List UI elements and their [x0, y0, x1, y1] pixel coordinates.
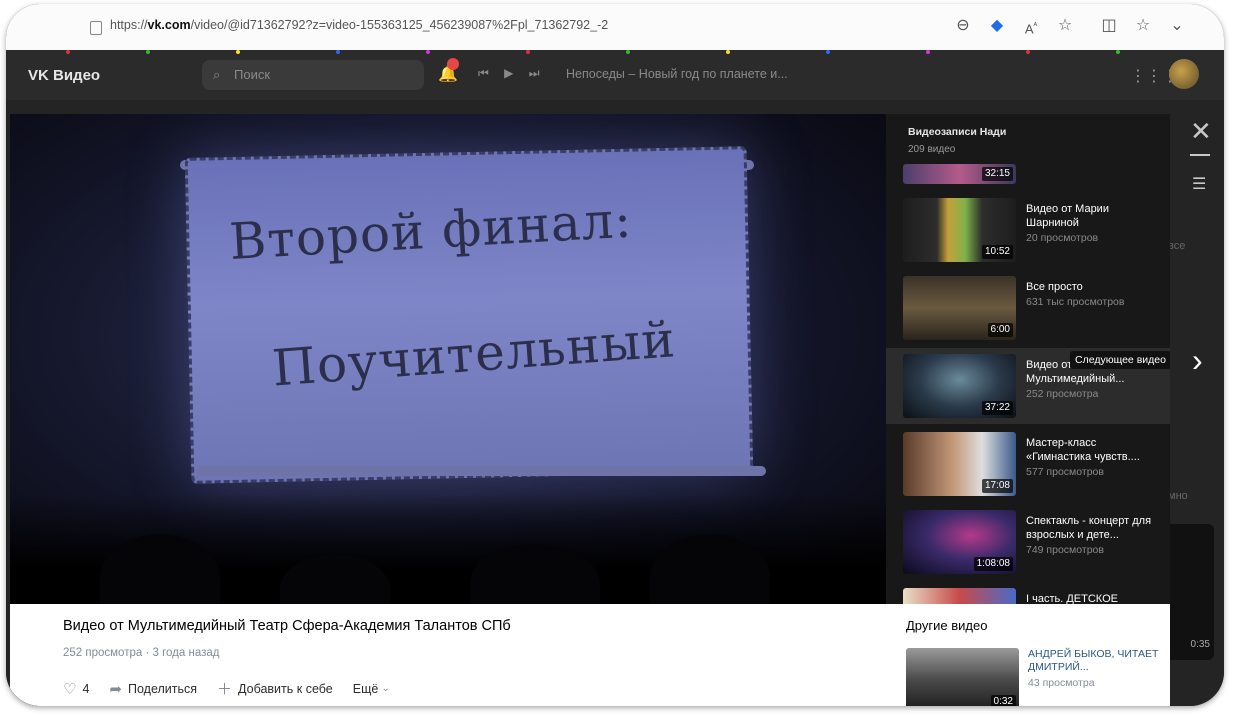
vk-header: VK Видео ⌕ Поиск 🔔 ⏮ ▶ ⏭ Непоседы – Новы…: [6, 50, 1224, 100]
vk-logo[interactable]: VK Видео: [28, 67, 100, 84]
minimize-icon[interactable]: [1190, 154, 1210, 156]
read-aloud-icon[interactable]: Aᴬ: [1020, 15, 1042, 37]
now-playing-title[interactable]: Непоседы – Новый год по планете и...: [566, 67, 788, 81]
chevron-down-icon: ⌄: [381, 683, 390, 694]
audience-silhouettes: [10, 494, 886, 604]
other-video-name[interactable]: АНДРЕЙ БЫКОВ, ЧИТАЕТ ДМИТРИЙ...: [1028, 648, 1160, 674]
next-video-tooltip: Следующее видео: [1070, 351, 1170, 369]
like-count: 4: [82, 681, 90, 696]
favorites-list-icon[interactable]: ☆: [1132, 15, 1154, 37]
zoom-icon[interactable]: ⊖: [952, 15, 974, 37]
side-link[interactable]: мно: [1168, 490, 1188, 502]
like-button[interactable]: ♡ 4: [63, 680, 89, 698]
duration-badge: 6:00: [987, 323, 1013, 337]
playlist-toggle-icon[interactable]: ☰: [1192, 174, 1206, 194]
duration-badge: 0:32: [990, 695, 1016, 706]
more-label: Ещё: [352, 681, 379, 696]
add-to-mine-button[interactable]: ＋ Добавить к себе: [217, 678, 333, 699]
garland-decoration: [6, 50, 1224, 56]
playlist-item[interactable]: 6:00 Все просто 631 тыс просмотров: [886, 270, 1170, 346]
playlist-item[interactable]: I часть. ДЕТСКОЕ: [886, 582, 1170, 604]
video-views: 749 просмотров: [1026, 544, 1104, 556]
upload-date: 3 года назад: [152, 647, 220, 659]
video-info: Видео от Мультимедийный Театр Сфера-Акад…: [10, 604, 886, 706]
video-thumbnail[interactable]: 0:32: [906, 648, 1019, 706]
split-view-icon[interactable]: ◫: [1098, 15, 1120, 37]
video-name: Мастер-класс «Гимнастика чувств....: [1026, 437, 1140, 463]
duration-badge: 17:08: [981, 479, 1013, 493]
page-icon: [90, 21, 102, 35]
playlist-item[interactable]: 10:52 Видео от Марии Шарниной 20 просмотр…: [886, 192, 1170, 268]
playlist-header: Видеозаписи Нади 209 видео: [908, 126, 1006, 155]
tag-icon[interactable]: ◆: [986, 15, 1008, 37]
video-thumbnail: 6:00: [903, 276, 1016, 340]
close-icon[interactable]: ✕: [1190, 116, 1212, 147]
video-player[interactable]: Второй финал: Поучительный: [10, 114, 886, 604]
banner-rod: [196, 466, 766, 476]
view-count: 252 просмотра: [63, 647, 143, 659]
playlist-title[interactable]: Видеозаписи Нади: [908, 126, 1006, 138]
background-card[interactable]: 0:35: [1164, 524, 1214, 660]
next-video-icon[interactable]: ›: [1192, 342, 1203, 379]
banner-text: Поучительный: [270, 310, 678, 398]
video-name: Спектакль - концерт для взрослых и дете.…: [1026, 515, 1152, 541]
video-views: 20 просмотров: [1026, 232, 1099, 244]
video-meta: 252 просмотра · 3 года назад: [63, 647, 220, 659]
video-name: I часть. ДЕТСКОЕ: [1026, 593, 1118, 604]
video-name: Видео от Марии Шарниной: [1026, 203, 1109, 229]
video-thumbnail: 17:08: [903, 432, 1016, 496]
playlist-item[interactable]: 1:08:08 Спектакль - концерт для взрослых…: [886, 504, 1170, 580]
other-videos-heading: Другие видео: [906, 618, 988, 633]
video-views: 577 просмотров: [1026, 466, 1104, 478]
plus-icon: ＋: [217, 681, 233, 698]
video-views: 631 тыс просмотров: [1026, 296, 1125, 308]
playlist-item[interactable]: 17:08 Мастер-класс «Гимнастика чувств...…: [886, 426, 1170, 502]
mini-player-controls[interactable]: ⏮ ▶ ⏭: [478, 66, 546, 81]
side-link[interactable]: все: [1168, 240, 1185, 252]
url-domain: vk.com: [147, 18, 191, 32]
duration-badge: 1:08:08: [973, 557, 1013, 571]
video-thumbnail: 1:08:08: [903, 510, 1016, 574]
other-videos: Другие видео 0:32 АНДРЕЙ БЫКОВ, ЧИТАЕТ Д…: [886, 604, 1170, 706]
share-button[interactable]: ➦ Поделиться: [109, 680, 197, 698]
search-input[interactable]: ⌕ Поиск: [202, 60, 424, 90]
playlist-panel: Видеозаписи Нади 209 видео 32:15 10:52 В…: [886, 114, 1170, 604]
video-title: Видео от Мультимедийный Театр Сфера-Акад…: [63, 618, 511, 634]
add-label: Добавить к себе: [238, 681, 333, 696]
avatar[interactable]: [1169, 59, 1199, 89]
share-label: Поделиться: [127, 681, 198, 696]
search-placeholder: Поиск: [234, 67, 271, 82]
share-icon: ➦: [109, 680, 122, 698]
duration-badge: 10:52: [981, 245, 1013, 259]
video-modal: Второй финал: Поучительный Видео от Муль…: [10, 114, 1170, 706]
video-thumbnail: 37:22: [903, 354, 1016, 418]
more-button[interactable]: Ещё ⌄: [353, 682, 390, 696]
video-views: 252 просмотра: [1026, 388, 1099, 400]
playlist-count: 209 видео: [908, 144, 956, 155]
banner-text: Второй финал:: [227, 190, 634, 271]
other-video-views: 43 просмотра: [1028, 677, 1095, 689]
browser-toolbar: https://vk.com/video/@id71362792?z=video…: [6, 4, 1224, 51]
url-prefix: https://: [110, 18, 148, 32]
video-frame-banner: Второй финал: Поучительный: [184, 146, 754, 484]
video-thumbnail: [903, 588, 1016, 604]
browser-window: https://vk.com/video/@id71362792?z=video…: [6, 4, 1224, 706]
address-bar[interactable]: https://vk.com/video/@id71362792?z=video…: [110, 18, 608, 32]
heart-icon: ♡: [63, 680, 77, 698]
video-actions: ♡ 4 ➦ Поделиться ＋ Добавить к себе Ещё ⌄: [63, 678, 410, 699]
favorite-icon[interactable]: ☆: [1054, 15, 1076, 37]
video-thumbnail[interactable]: 32:15: [903, 164, 1016, 184]
video-thumbnail: 10:52: [903, 198, 1016, 262]
url-path: /video/@id71362792?z=video-155363125_456…: [190, 18, 609, 32]
notification-badge: [447, 58, 459, 70]
card-duration: 0:35: [1190, 639, 1210, 650]
bell-icon[interactable]: 🔔: [438, 58, 459, 84]
duration-badge: 37:22: [981, 401, 1013, 415]
video-name: Все просто: [1026, 281, 1083, 293]
more-icon[interactable]: ⌄: [1166, 15, 1188, 37]
duration-badge: 32:15: [981, 167, 1013, 181]
search-icon: ⌕: [213, 67, 221, 82]
